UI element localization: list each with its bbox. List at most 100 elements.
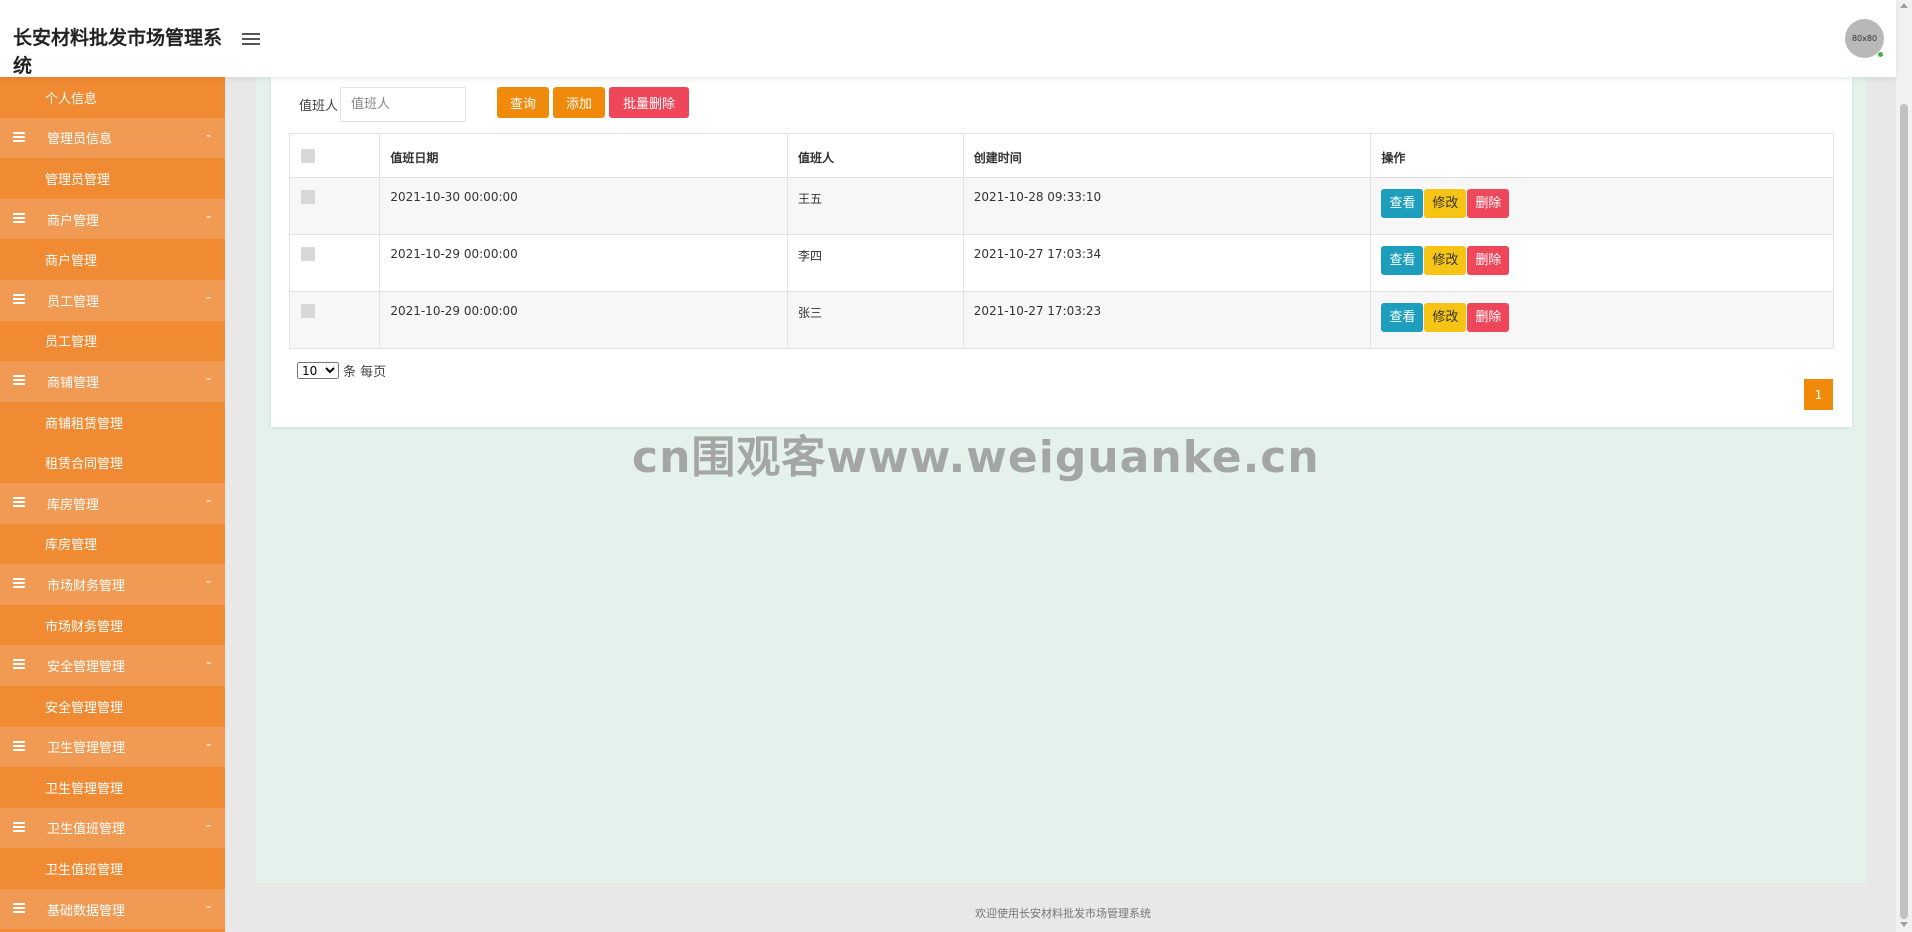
sidebar-group[interactable]: 商户管理 -	[0, 198, 225, 240]
duty-table: 值班日期 值班人 创建时间 操作 2021-10-30 00:00:00 王五 …	[288, 133, 1834, 349]
sidebar-item[interactable]: 安全管理管理	[0, 685, 225, 727]
list-icon	[13, 375, 25, 386]
sidebar-item-label: 员工管理	[45, 335, 98, 351]
collapse-toggle-icon[interactable]: -	[206, 128, 211, 144]
list-icon	[13, 740, 25, 751]
collapse-toggle-icon[interactable]: -	[206, 574, 211, 590]
sidebar-item[interactable]: 员工管理	[0, 320, 225, 362]
row-checkbox[interactable]	[301, 190, 315, 204]
list-icon	[13, 659, 25, 670]
sidebar-item[interactable]: 商铺租赁管理	[0, 401, 225, 443]
pagination-page-1[interactable]: 1	[1804, 379, 1833, 410]
actions-cell: 查看 修改 删除	[1370, 234, 1834, 292]
vertical-scrollbar[interactable]	[1896, 0, 1912, 932]
watermark: cn围观客www.weiguanke.cn	[632, 432, 1320, 483]
search-label: 值班人	[299, 99, 339, 114]
collapse-toggle-icon[interactable]: -	[206, 899, 211, 915]
page-size-control: 10 条 每页	[297, 361, 386, 380]
delete-button[interactable]: 删除	[1467, 189, 1510, 218]
edit-button[interactable]: 修改	[1424, 246, 1467, 275]
query-button[interactable]: 查询	[497, 87, 549, 118]
row-checkbox[interactable]	[301, 247, 315, 261]
sidebar-item-label: 库房管理	[45, 538, 98, 554]
duty-list-card: 值班人 查询 添加 批量删除 值班日期 值班人 创建时间 操作 2021-10-…	[271, 77, 1852, 427]
page-size-select[interactable]: 10	[297, 362, 339, 379]
sidebar-item-label: 商铺租赁管理	[45, 416, 124, 432]
scroll-up-arrow-icon[interactable]	[1900, 3, 1908, 8]
batch-delete-button[interactable]: 批量删除	[609, 87, 689, 118]
duty-person-cell: 王五	[786, 177, 964, 235]
created-time-cell: 2021-10-27 17:03:34	[962, 234, 1372, 292]
row-checkbox[interactable]	[301, 304, 315, 318]
duty-person-search-input[interactable]	[340, 87, 466, 122]
column-header-created: 创建时间	[962, 133, 1372, 178]
column-header-person: 值班人	[786, 133, 964, 178]
sidebar-group[interactable]: 卫生管理管理 -	[0, 726, 225, 768]
edit-button[interactable]: 修改	[1424, 303, 1467, 332]
sidebar-group[interactable]: 安全管理管理 -	[0, 645, 225, 686]
actions-cell: 查看 修改 删除	[1370, 177, 1834, 235]
created-time-cell: 2021-10-27 17:03:23	[962, 291, 1372, 349]
sidebar-item-label: 管理员管理	[45, 172, 111, 188]
list-icon	[13, 578, 25, 589]
add-button[interactable]: 添加	[553, 87, 605, 118]
list-icon	[13, 821, 25, 832]
column-header-actions: 操作	[1370, 133, 1834, 178]
created-time-cell: 2021-10-28 09:33:10	[962, 177, 1372, 235]
sidebar-group[interactable]: 库房管理 -	[0, 482, 225, 524]
duty-date-cell: 2021-10-30 00:00:00	[379, 177, 788, 235]
select-all-checkbox[interactable]	[301, 149, 315, 163]
footer-text: 欢迎使用长安材料批发市场管理系统	[975, 907, 1151, 920]
list-icon	[13, 496, 25, 507]
collapse-toggle-icon[interactable]: -	[206, 818, 211, 834]
collapse-toggle-icon[interactable]: -	[206, 371, 211, 387]
sidebar-item-label: 市场财务管理	[45, 619, 124, 635]
view-button[interactable]: 查看	[1381, 246, 1424, 275]
table-row: 2021-10-29 00:00:00 李四 2021-10-27 17:03:…	[288, 234, 1834, 292]
list-icon	[13, 293, 25, 304]
sidebar-group[interactable]: 卫生值班管理 -	[0, 807, 225, 849]
page-size-suffix: 条 每页	[343, 365, 387, 380]
collapse-toggle-icon[interactable]: -	[206, 655, 211, 671]
sidebar-item[interactable]: 商户管理	[0, 239, 225, 280]
app-title: 长安材料批发市场管理系统	[13, 27, 223, 77]
sidebar-group[interactable]: 员工管理 -	[0, 279, 225, 321]
delete-button[interactable]: 删除	[1467, 303, 1510, 332]
sidebar-item[interactable]: 库房管理	[0, 523, 225, 565]
actions-cell: 查看 修改 删除	[1370, 291, 1834, 349]
sidebar-item[interactable]: 市场财务管理	[0, 604, 225, 646]
view-button[interactable]: 查看	[1381, 303, 1424, 332]
sidebar-group[interactable]: 市场财务管理 -	[0, 564, 225, 605]
sidebar-item-label: 租赁合同管理	[45, 457, 124, 473]
sidebar-item-label: 卫生管理管理	[45, 781, 124, 797]
sidebar-item[interactable]: 卫生管理管理	[0, 767, 225, 808]
table-row: 2021-10-30 00:00:00 王五 2021-10-28 09:33:…	[288, 177, 1834, 235]
sidebar-item-label: 安全管理管理	[45, 700, 124, 716]
collapse-toggle-icon[interactable]: -	[206, 737, 211, 753]
sidebar-item[interactable]: 个人信息	[0, 77, 225, 118]
list-icon	[13, 212, 25, 223]
sidebar-item[interactable]: 管理员管理	[0, 158, 225, 199]
edit-button[interactable]: 修改	[1424, 189, 1467, 218]
hamburger-menu-icon[interactable]	[242, 33, 260, 45]
sidebar-group[interactable]: 管理员信息 -	[0, 117, 225, 159]
duty-person-cell: 张三	[786, 291, 964, 349]
select-all-cell	[288, 133, 381, 178]
top-header: 长安材料批发市场管理系统 80x80	[0, 0, 1896, 77]
scrollbar-thumb[interactable]	[1900, 104, 1908, 919]
sidebar-group[interactable]: 基础数据管理 -	[0, 888, 225, 930]
delete-button[interactable]: 删除	[1467, 246, 1510, 275]
view-button[interactable]: 查看	[1381, 189, 1424, 218]
sidebar-item[interactable]: 租赁合同管理	[0, 442, 225, 483]
sidebar-item-label: 个人信息	[45, 91, 98, 107]
collapse-toggle-icon[interactable]: -	[206, 290, 211, 306]
collapse-toggle-icon[interactable]: -	[206, 493, 211, 509]
scroll-down-arrow-icon[interactable]	[1900, 922, 1908, 927]
collapse-toggle-icon[interactable]: -	[206, 209, 211, 225]
sidebar-group[interactable]: 商铺管理 -	[0, 361, 225, 402]
online-status-dot	[1877, 51, 1884, 58]
list-icon	[13, 131, 25, 142]
sidebar-item[interactable]: 卫生值班管理	[0, 848, 225, 889]
column-header-date: 值班日期	[379, 133, 788, 178]
duty-date-cell: 2021-10-29 00:00:00	[379, 234, 788, 292]
